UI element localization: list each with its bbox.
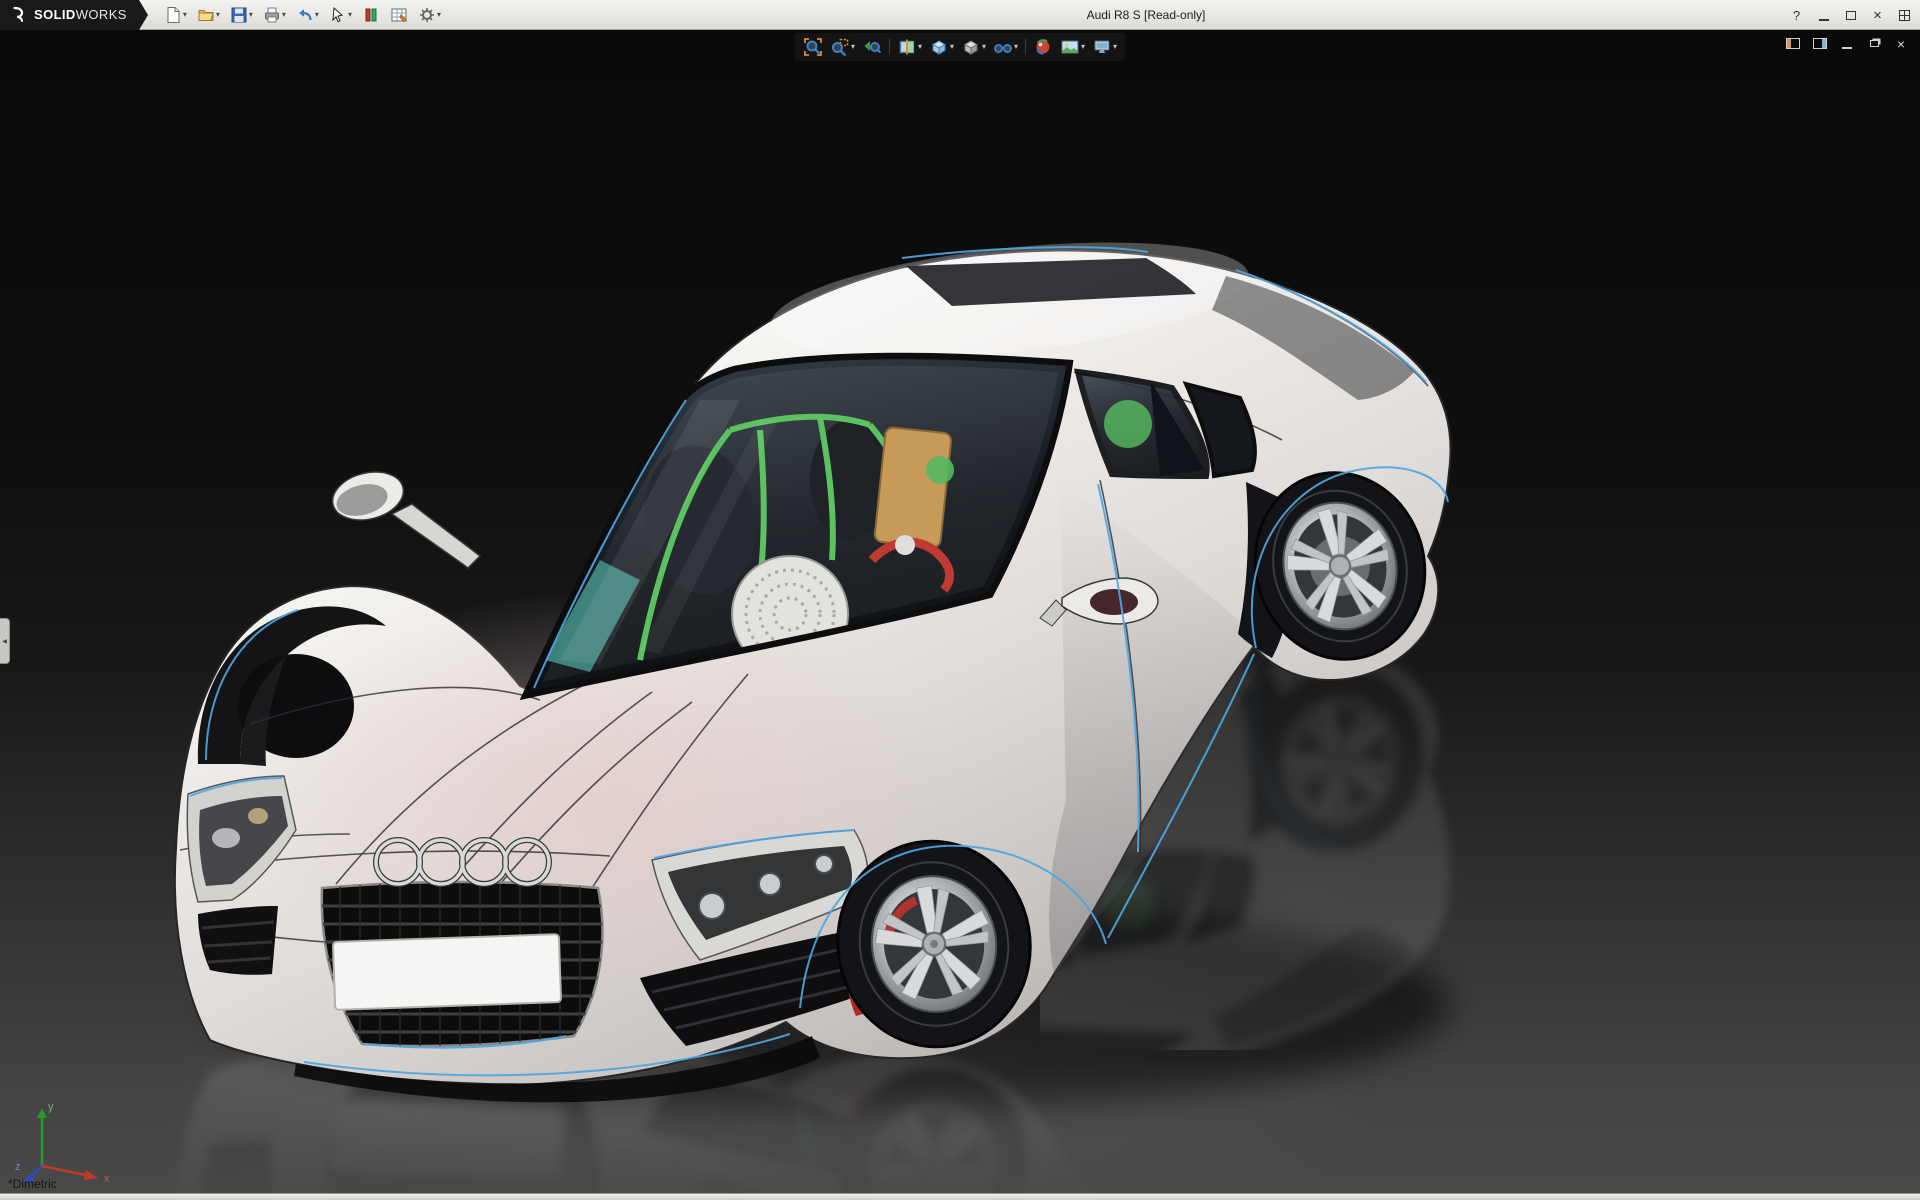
reference-triad: x y z (14, 1088, 124, 1184)
solidworks-logo: SOLIDWORKS (0, 0, 139, 30)
dropdown-caret[interactable]: ▾ (315, 11, 319, 19)
dropdown-caret[interactable]: ▾ (216, 11, 220, 19)
apply-scene-icon (1060, 37, 1080, 57)
edit-appearance-button[interactable] (1031, 35, 1055, 59)
zoom-to-fit-button[interactable] (801, 35, 825, 59)
logo-chevron (139, 0, 148, 30)
view-orientation-label: *Dimetric (8, 1177, 57, 1191)
status-bar (0, 1193, 1920, 1200)
options-button[interactable]: ▾ (414, 3, 445, 27)
minimize-icon (1842, 47, 1852, 49)
save-icon (230, 6, 248, 24)
view-settings-monitor-icon (1092, 37, 1112, 57)
print-button[interactable]: ▾ (259, 3, 290, 27)
toolbar-separator (1025, 39, 1026, 55)
dropdown-caret[interactable]: ▾ (950, 43, 954, 51)
x-axis (42, 1166, 90, 1176)
y-axis-label: y (48, 1101, 54, 1113)
new-document-icon (164, 6, 182, 24)
close-button[interactable]: × (1865, 4, 1890, 26)
view-settings-button[interactable]: ▾ (1090, 35, 1119, 59)
view-orientation-button[interactable]: ▾ (927, 35, 956, 59)
dropdown-caret[interactable]: ▾ (918, 43, 922, 51)
color-display-button[interactable] (358, 3, 384, 27)
right-pane-icon (1813, 38, 1827, 49)
window-title: Audi R8 S [Read-only] (1087, 0, 1206, 30)
minimize-icon (1819, 19, 1829, 21)
save-button[interactable]: ▾ (226, 3, 257, 27)
hide-show-items-button[interactable]: ▾ (991, 35, 1020, 59)
previous-view-icon (862, 37, 882, 57)
color-bars-icon (362, 6, 380, 24)
zoom-to-area-icon (830, 37, 850, 57)
left-pane-icon (1786, 38, 1800, 49)
close-document-button[interactable]: × (1892, 36, 1910, 51)
display-style-button[interactable]: ▾ (959, 35, 988, 59)
hide-show-glasses-icon (993, 37, 1013, 57)
undo-icon (296, 6, 314, 24)
resources-panel-button[interactable] (1892, 4, 1917, 26)
dropdown-caret[interactable]: ▾ (249, 11, 253, 19)
window-controls: ? × (1784, 0, 1917, 30)
appearance-sphere-icon (1033, 37, 1053, 57)
help-button[interactable]: ? (1784, 4, 1809, 26)
open-folder-icon (197, 6, 215, 24)
design-table-button[interactable] (386, 3, 412, 27)
reflection-fade (0, 1056, 1920, 1200)
dropdown-caret[interactable]: ▾ (1081, 43, 1085, 51)
previous-view-button[interactable] (860, 35, 884, 59)
dropdown-caret[interactable]: ▾ (1014, 43, 1018, 51)
toolbar-separator (889, 39, 890, 55)
panel-collapse-handle[interactable]: ◀ (0, 618, 10, 664)
minimize-document-button[interactable] (1838, 36, 1856, 51)
restore-document-button[interactable] (1865, 36, 1883, 51)
dropdown-caret[interactable]: ▾ (183, 11, 187, 19)
z-axis-label: z (15, 1161, 21, 1173)
resources-grid-icon (1899, 10, 1910, 21)
dropdown-caret[interactable]: ▾ (851, 43, 855, 51)
zoom-to-area-button[interactable]: ▾ (828, 35, 857, 59)
maximize-icon (1846, 11, 1856, 20)
select-cursor-icon (329, 6, 347, 24)
minimize-button[interactable] (1811, 4, 1836, 26)
restore-icon (1870, 40, 1879, 47)
model-viewport-canvas[interactable] (0, 30, 1920, 1200)
dropdown-caret[interactable]: ▾ (437, 11, 441, 19)
show-right-pane-button[interactable] (1811, 36, 1829, 51)
display-style-cube-icon (961, 37, 981, 57)
x-axis-label: x (104, 1173, 110, 1184)
graphics-area[interactable]: ▾ ▾ ▾ (0, 30, 1920, 1200)
new-document-button[interactable]: ▾ (160, 3, 191, 27)
document-window-controls: × (1784, 36, 1910, 51)
undo-button[interactable]: ▾ (292, 3, 323, 27)
section-view-icon (897, 37, 917, 57)
zoom-to-fit-icon (803, 37, 823, 57)
heads-up-view-toolbar: ▾ ▾ ▾ (795, 33, 1125, 61)
open-button[interactable]: ▾ (193, 3, 224, 27)
dropdown-caret[interactable]: ▾ (282, 11, 286, 19)
maximize-button[interactable] (1838, 4, 1863, 26)
view-orientation-cube-icon (929, 37, 949, 57)
titlebar: SOLIDWORKS ▾ ▾ ▾ (0, 0, 1920, 30)
dropdown-caret[interactable]: ▾ (348, 11, 352, 19)
print-icon (263, 6, 281, 24)
options-gear-icon (418, 6, 436, 24)
dropdown-caret[interactable]: ▾ (982, 43, 986, 51)
dropdown-caret[interactable]: ▾ (1113, 43, 1117, 51)
quick-access-toolbar: ▾ ▾ ▾ ▾ ▾ (160, 3, 445, 27)
3ds-logo-icon (8, 5, 28, 25)
show-left-pane-button[interactable] (1784, 36, 1802, 51)
apply-scene-button[interactable]: ▾ (1058, 35, 1087, 59)
section-view-button[interactable]: ▾ (895, 35, 924, 59)
design-table-icon (390, 6, 408, 24)
select-button[interactable]: ▾ (325, 3, 356, 27)
brand-text: SOLIDWORKS (34, 7, 127, 22)
